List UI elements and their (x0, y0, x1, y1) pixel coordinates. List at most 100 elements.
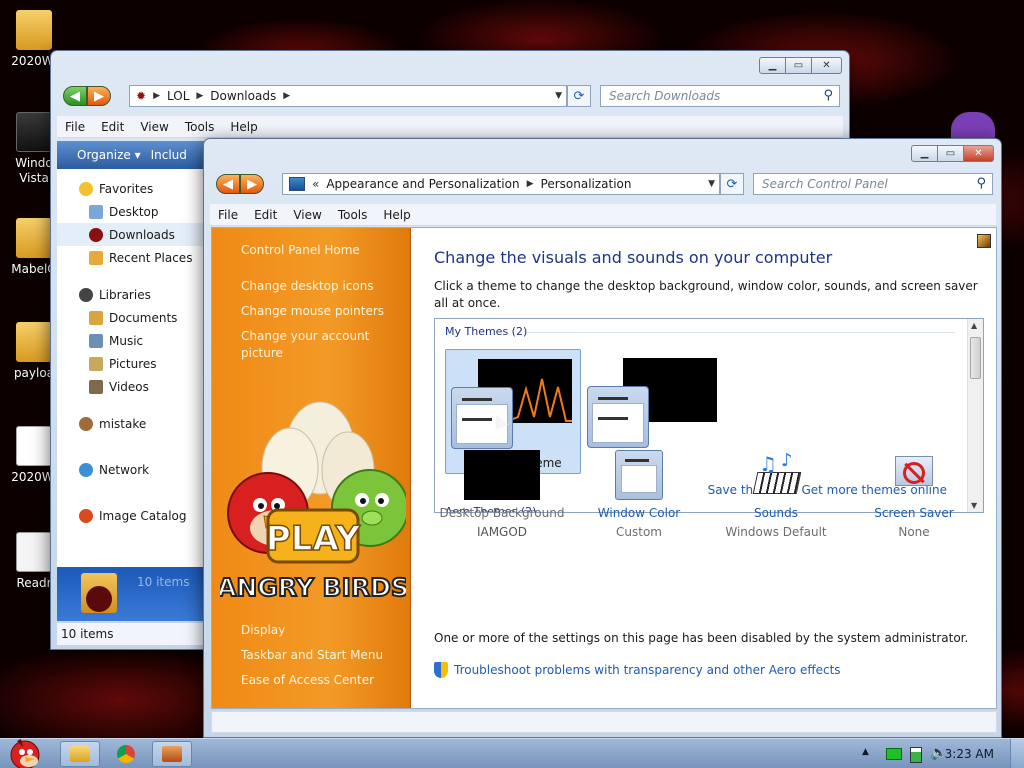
minimize-button[interactable]: ▁ (911, 145, 938, 162)
nav-mistake[interactable]: mistake (57, 412, 209, 435)
nav-desktop[interactable]: Desktop (57, 200, 209, 223)
angry-bird-start-icon (10, 739, 40, 768)
address-bar[interactable]: ✹ ▶ LOL ▶ Downloads ▶ ▼ (129, 85, 567, 107)
search-placeholder: Search Downloads (609, 89, 721, 103)
admin-disabled-note: One or more of the settings on this page… (434, 631, 969, 645)
nav-image-catalog[interactable]: Image Catalog (57, 504, 209, 527)
show-hidden-icons[interactable]: ▲ (862, 747, 869, 757)
menu-help[interactable]: Help (375, 208, 418, 222)
folder-icon (70, 746, 90, 762)
close-button[interactable]: ✕ (811, 57, 842, 74)
refresh-button[interactable]: ⟳ (567, 85, 591, 107)
maximize-button[interactable]: ▭ (785, 57, 812, 74)
angry-birds-logo-text: ANGRY BIRDS (220, 573, 406, 602)
control-panel-home-link[interactable]: Control Panel Home (241, 242, 401, 259)
taskbar-chrome[interactable] (106, 741, 146, 767)
sounds-title: Sounds (753, 506, 799, 520)
show-desktop-button[interactable] (1010, 739, 1024, 768)
breadcrumb-overflow[interactable]: « (312, 177, 319, 191)
forward-button[interactable]: ▶ (240, 174, 264, 194)
desktop-background-title: Desktop Background (439, 506, 565, 520)
taskbar-control-panel[interactable] (152, 741, 192, 767)
start-button[interactable] (3, 735, 47, 768)
window-color-setting[interactable]: Window Color Custom (569, 450, 709, 539)
search-input[interactable]: Search Control Panel ⚲ (753, 173, 993, 195)
menu-file[interactable]: File (210, 208, 246, 222)
taskbar-start-menu-link[interactable]: Taskbar and Start Menu (241, 647, 401, 664)
sounds-setting[interactable]: ♫ ♪ Sounds Windows Default (706, 450, 846, 539)
breadcrumb-downloads[interactable]: Downloads (210, 89, 276, 103)
desktop-background-setting[interactable]: Desktop Background IAMGOD (432, 450, 572, 539)
breadcrumb-appearance[interactable]: Appearance and Personalization (326, 177, 519, 191)
window-color-value: Custom (616, 525, 662, 539)
change-mouse-pointers-link[interactable]: Change mouse pointers (241, 303, 401, 320)
menu-view[interactable]: View (132, 120, 176, 134)
desktop-icon (89, 204, 103, 219)
search-input[interactable]: Search Downloads ⚲ (600, 85, 840, 107)
back-button[interactable]: ◀ (63, 86, 87, 106)
status-bar (211, 711, 997, 733)
nav-pictures[interactable]: Pictures (57, 352, 209, 375)
menu-view[interactable]: View (285, 208, 329, 222)
control-panel-icon (289, 177, 305, 191)
details-item-count: 10 items (137, 575, 190, 589)
chevron-down-icon[interactable]: ▼ (555, 91, 562, 101)
maximize-button[interactable]: ▭ (937, 145, 964, 162)
search-icon[interactable]: ⚲ (823, 86, 833, 106)
close-button[interactable]: ✕ (963, 145, 994, 162)
refresh-button[interactable]: ⟳ (720, 173, 744, 195)
back-button[interactable]: ◀ (216, 174, 240, 194)
menu-file[interactable]: File (57, 120, 93, 134)
organize-button[interactable]: Organize ▾ (77, 148, 141, 162)
network-status-icon[interactable] (886, 748, 902, 760)
personalization-main: Change the visuals and sounds on your co… (434, 228, 990, 708)
menu-edit[interactable]: Edit (246, 208, 285, 222)
menu-edit[interactable]: Edit (93, 120, 132, 134)
caption-buttons: ▁ ▭ ✕ (759, 57, 842, 74)
downloads-folder-large-icon (81, 573, 117, 613)
explorer-toolbar: Organize ▾ Includ (57, 141, 209, 169)
menu-tools[interactable]: Tools (177, 120, 223, 134)
ease-of-access-link[interactable]: Ease of Access Center (241, 672, 401, 689)
taskbar-clock[interactable]: 3:23 AM (945, 747, 994, 761)
nav-videos[interactable]: Videos (57, 375, 209, 398)
scroll-thumb[interactable] (970, 337, 981, 379)
screen-saver-setting[interactable]: Screen Saver None (844, 450, 984, 539)
change-desktop-icons-link[interactable]: Change desktop icons (241, 278, 401, 295)
search-icon[interactable]: ⚲ (976, 174, 986, 194)
menu-help[interactable]: Help (222, 120, 265, 134)
play-text: PLAY (266, 519, 361, 559)
nav-downloads[interactable]: Downloads (57, 223, 209, 246)
taskbar-explorer[interactable] (60, 741, 100, 767)
breadcrumb-lol[interactable]: LOL (167, 89, 189, 103)
nav-recent-places[interactable]: Recent Places (57, 246, 209, 269)
page-description: Click a theme to change the desktop back… (434, 279, 978, 310)
address-bar[interactable]: « Appearance and Personalization ▶ Perso… (282, 173, 720, 195)
nav-documents[interactable]: Documents (57, 306, 209, 329)
battery-icon[interactable] (910, 747, 922, 763)
nav-libraries[interactable]: Libraries (57, 283, 209, 306)
minimize-button[interactable]: ▁ (759, 57, 786, 74)
chevron-down-icon[interactable]: ▼ (708, 179, 715, 189)
menu-tools[interactable]: Tools (330, 208, 376, 222)
nav-buttons: ◀ ▶ (216, 174, 264, 194)
system-tray: ▲ 🔈 (844, 739, 1024, 768)
angry-birds-artwork: PLAY ANGRY BIRDS (220, 401, 406, 603)
folder-icon (16, 10, 52, 50)
nav-favorites[interactable]: Favorites (57, 177, 209, 200)
troubleshoot-aero-link[interactable]: Troubleshoot problems with transparency … (434, 662, 841, 678)
nav-network[interactable]: Network (57, 458, 209, 481)
caption-buttons: ▁ ▭ ✕ (911, 145, 994, 162)
desktop-background-preview (464, 450, 540, 500)
forward-button[interactable]: ▶ (87, 86, 111, 106)
documents-icon (89, 310, 103, 325)
scroll-up-icon[interactable]: ▲ (971, 321, 977, 330)
personalization-window[interactable]: ▁ ▭ ✕ ◀ ▶ « Appearance and Personalizati… (203, 138, 1002, 738)
include-button[interactable]: Includ (151, 148, 187, 162)
change-account-picture-link[interactable]: Change your account picture (241, 328, 381, 362)
breadcrumb-personalization[interactable]: Personalization (541, 177, 632, 191)
display-link[interactable]: Display (241, 622, 401, 639)
chrome-icon (117, 745, 135, 763)
image-file-icon (16, 426, 52, 466)
nav-music[interactable]: Music (57, 329, 209, 352)
